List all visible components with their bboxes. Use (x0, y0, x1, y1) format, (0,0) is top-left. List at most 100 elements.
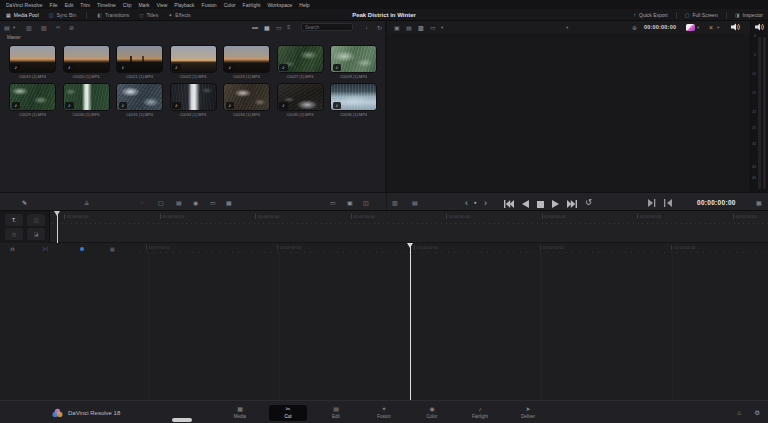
media-clip[interactable]: ♪C0034 (1).MP4 (224, 84, 269, 117)
clip-thumbnail[interactable]: ♪ (224, 84, 269, 110)
menu-item-clip[interactable]: Clip (123, 2, 132, 8)
import-media-icon[interactable]: ▥ (26, 21, 32, 33)
clip-thumbnail[interactable]: ♪ (224, 46, 269, 72)
quick-export-button[interactable]: ↑Quick Export (634, 12, 668, 18)
clip-thumbnail[interactable]: ♪ (278, 46, 323, 72)
crop-icon[interactable]: ▭ (210, 193, 216, 212)
media-clip[interactable]: ♪C0023 (1).MP4 (224, 46, 269, 79)
tool-d-button[interactable]: ◪ (27, 228, 45, 240)
search-input[interactable] (301, 23, 353, 31)
page-button-fusion[interactable]: ✦Fusion (365, 405, 403, 421)
media-clip[interactable]: ♪C0020 (1).MP4 (64, 46, 109, 79)
import-folder-icon[interactable]: ▧ (41, 21, 47, 33)
refresh-icon[interactable]: ↻ (377, 21, 382, 33)
media-clip[interactable]: ♪C0033 (1).MP4 (171, 84, 216, 117)
clip-thumbnail[interactable]: ♪ (10, 84, 55, 110)
camera-pink-icon[interactable] (686, 24, 695, 31)
source-chevron-icon[interactable]: ▾ (566, 21, 568, 33)
smart-insert-icon[interactable]: ▦ (226, 193, 232, 212)
view-film-icon[interactable]: ▭ (276, 21, 282, 33)
play-button[interactable] (552, 194, 559, 212)
menu-item-fairlight[interactable]: Fairlight (243, 2, 261, 8)
main-timeline[interactable]: ∩ [×] ▦ 00:59:56:0000:59:58:0001:00:00:0… (0, 243, 768, 400)
bin-list-icon[interactable]: ▤ (4, 21, 10, 33)
main-playhead-line[interactable] (410, 244, 411, 400)
clip-thumbnail[interactable]: ♪ (331, 84, 376, 110)
clip-thumbnail[interactable]: ♪ (278, 84, 323, 110)
boring-detector-icon[interactable]: ○ (140, 193, 144, 212)
menu-item-fusion[interactable]: Fusion (202, 2, 217, 8)
clip-thumbnail[interactable]: ♪ (171, 46, 216, 72)
view-strip-icon[interactable]: ▬ (252, 21, 258, 33)
clip-thumbnail[interactable]: ♪ (331, 46, 376, 72)
upper-playhead-line[interactable] (57, 212, 58, 243)
upper-playhead-handle[interactable] (54, 211, 60, 216)
camera-1-icon[interactable]: ▣ (394, 21, 400, 33)
media-clip[interactable]: ♪C0031 (1).MP4 (117, 84, 162, 117)
menu-item-playback[interactable]: Playback (174, 2, 194, 8)
menu-item-trim[interactable]: Trim (80, 2, 90, 8)
viewer-panel[interactable] (386, 33, 750, 192)
menu-item-file[interactable]: File (50, 2, 58, 8)
play-reverse-button[interactable] (522, 194, 529, 212)
clip-thumbnail[interactable]: ♪ (171, 84, 216, 110)
media-clip[interactable]: ♪C0029 (1).MP4 (10, 84, 55, 117)
timeline-tools-icon[interactable]: ✎ (22, 193, 27, 212)
plus-icon[interactable]: ⊕ (632, 21, 637, 33)
track-color-dot[interactable] (80, 247, 84, 251)
jog-dot-icon[interactable]: ● (474, 193, 477, 212)
menu-item-workspace[interactable]: Workspace (267, 2, 292, 8)
jog-right-icon[interactable]: › (484, 193, 487, 212)
menu-item-timeline[interactable]: Timeline (97, 2, 116, 8)
camera-2-icon[interactable]: ▤ (406, 21, 412, 33)
media-clip[interactable]: ♪C0021 (1).MP4 (117, 46, 162, 79)
media-clip[interactable]: ♪C0036 (1).MP4 (331, 84, 376, 117)
tool-b-button[interactable]: ◫ (27, 214, 45, 226)
fx-icon[interactable]: ⊘ (69, 21, 74, 33)
film-icon[interactable]: ▦ (110, 244, 115, 253)
voiceover-icon[interactable]: ♙ (84, 193, 89, 212)
split-clip-icon[interactable]: ▥ (392, 193, 398, 212)
tool-c-button[interactable]: ◷ (5, 228, 23, 240)
go-to-start-button[interactable] (504, 194, 514, 212)
page-button-cut[interactable]: ✂Cut (269, 405, 307, 421)
clip-thumbnail[interactable]: ♪ (10, 46, 55, 72)
camera-chevron-icon[interactable]: ▾ (697, 21, 699, 33)
meter-speaker-icon[interactable] (750, 21, 768, 33)
settings-gear-icon[interactable]: ⚙ (754, 409, 760, 417)
inspector-button[interactable]: ◨Inspector (735, 12, 763, 18)
bin-label[interactable]: Master (7, 35, 21, 40)
timeline-options-icon[interactable]: ▦ (756, 193, 762, 212)
page-button-media[interactable]: ▦Media (221, 405, 259, 421)
play-to-out-icon[interactable] (648, 193, 656, 212)
clip-thumbnail[interactable]: ♪ (117, 46, 162, 72)
media-clip[interactable]: ♪C0030 (1).MP4 (64, 84, 109, 117)
page-button-deliver[interactable]: ➤Deliver (509, 405, 547, 421)
media-clip[interactable]: ♪C0019 (1).MP4 (10, 46, 55, 79)
clip-thumbnail[interactable]: ♪ (117, 84, 162, 110)
play-to-in-icon[interactable] (664, 193, 672, 212)
bin-list-chevron-icon[interactable]: ▾ (13, 21, 15, 33)
callout-icon[interactable]: ▢ (158, 193, 164, 212)
marker-icon[interactable]: [×] (43, 244, 48, 253)
face-track-icon[interactable]: ◉ (193, 193, 198, 212)
menu-item-color[interactable]: Color (224, 2, 236, 8)
close-icon[interactable]: × (709, 21, 713, 33)
close-chevron-icon[interactable]: ▾ (717, 21, 719, 33)
still-icon[interactable]: ▣ (347, 193, 353, 212)
snap-icon[interactable]: ∩ (10, 244, 15, 253)
print-icon[interactable]: ▤ (176, 193, 182, 212)
monitor-icon[interactable]: ▭ (330, 193, 336, 212)
audio-speaker-icon[interactable] (731, 21, 740, 33)
home-icon[interactable]: ⌂ (737, 409, 741, 416)
go-to-end-button[interactable] (567, 194, 577, 212)
menu-item-davinci-resolve[interactable]: DaVinci Resolve (6, 2, 43, 8)
menu-item-view[interactable]: View (157, 2, 168, 8)
trim-mode-icon[interactable]: ▤ (412, 193, 418, 212)
main-playhead-handle[interactable] (407, 243, 413, 248)
page-button-edit[interactable]: ▤Edit (317, 405, 355, 421)
page-button-color[interactable]: ◉Color (413, 405, 451, 421)
page-button-fairlight[interactable]: ♪Fairlight (461, 405, 499, 421)
media-clip[interactable]: ♪C0022 (1).MP4 (171, 46, 216, 79)
jog-left-icon[interactable]: ‹ (465, 193, 468, 212)
